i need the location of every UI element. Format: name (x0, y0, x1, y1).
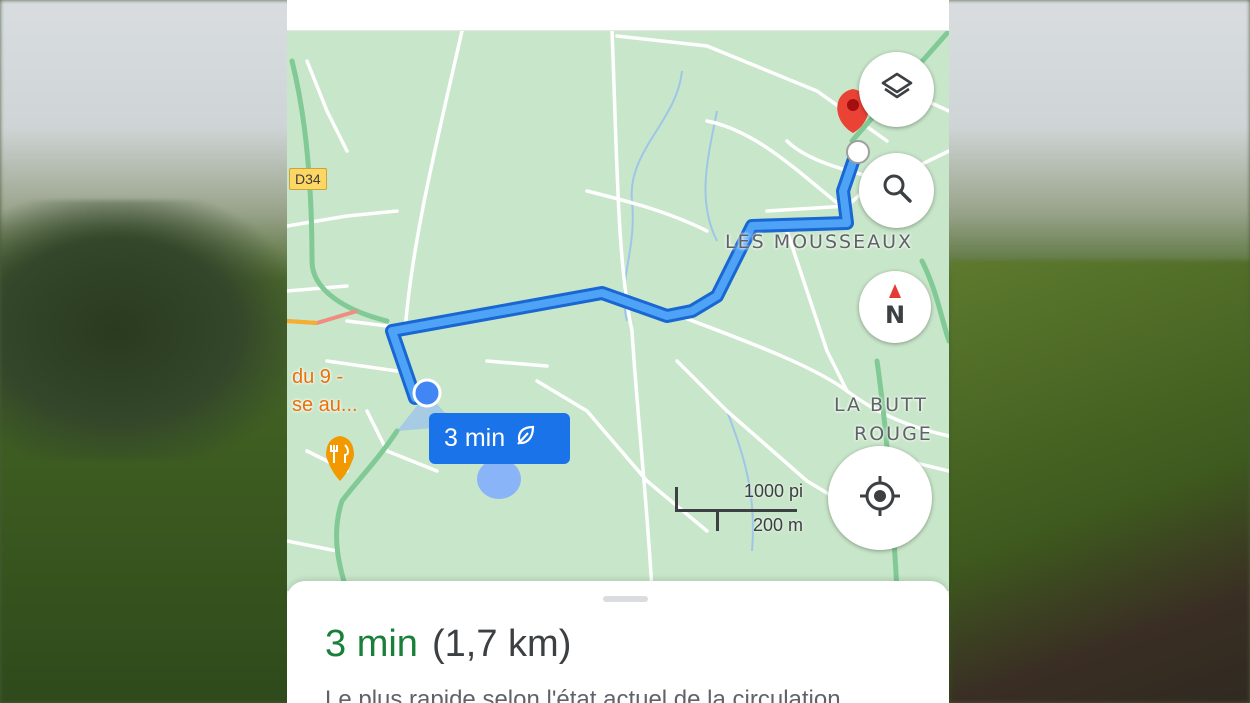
compass-letter: N (884, 301, 906, 329)
poi-label-line2: se au... (292, 394, 358, 416)
my-location-icon (858, 474, 902, 523)
search-button[interactable] (859, 153, 934, 228)
sheet-drag-handle[interactable] (603, 596, 648, 602)
layers-icon (880, 70, 914, 109)
route-bottom-sheet[interactable]: 3 min (1,7 km) Le plus rapide selon l'ét… (287, 581, 949, 703)
top-bar (287, 0, 949, 31)
scale-metric: 200 m (752, 515, 803, 535)
route-duration: 3 min (325, 623, 418, 665)
road-shield-d34: D34 (289, 168, 327, 190)
place-label-les-mousseaux: LES MOUSSEAUX (725, 231, 913, 253)
search-icon (880, 171, 914, 210)
place-label-rouge: ROUGE (854, 423, 933, 445)
compass-button[interactable]: N (859, 271, 931, 343)
route-distance: (1,7 km) (432, 623, 572, 665)
my-location-button[interactable] (828, 446, 932, 550)
map-view[interactable]: D34 LES MOUSSEAUX LA BUTT ROUGE du 9 - s… (287, 31, 949, 591)
place-label-la-butte: LA BUTT (834, 394, 928, 416)
phone-screen: D34 LES MOUSSEAUX LA BUTT ROUGE du 9 - s… (287, 0, 949, 703)
layers-button[interactable] (859, 52, 934, 127)
poi-label[interactable]: du 9 - se au... (292, 363, 358, 419)
background-field (950, 260, 1250, 703)
scale-bar (675, 509, 797, 512)
background-trees (0, 200, 290, 460)
scale-tick-metric (716, 509, 719, 531)
leaf-icon (515, 424, 537, 453)
map-scale: 1000 pi 200 m (675, 479, 803, 539)
route-eta-bubble[interactable]: 3 min (429, 413, 570, 464)
route-eta-text: 3 min (444, 424, 506, 452)
scale-imperial: 1000 pi (743, 481, 803, 501)
route-description: Le plus rapide selon l'état actuel de la… (325, 686, 841, 703)
compass-needle-icon (889, 284, 901, 298)
poi-label-line1: du 9 - (292, 366, 344, 388)
